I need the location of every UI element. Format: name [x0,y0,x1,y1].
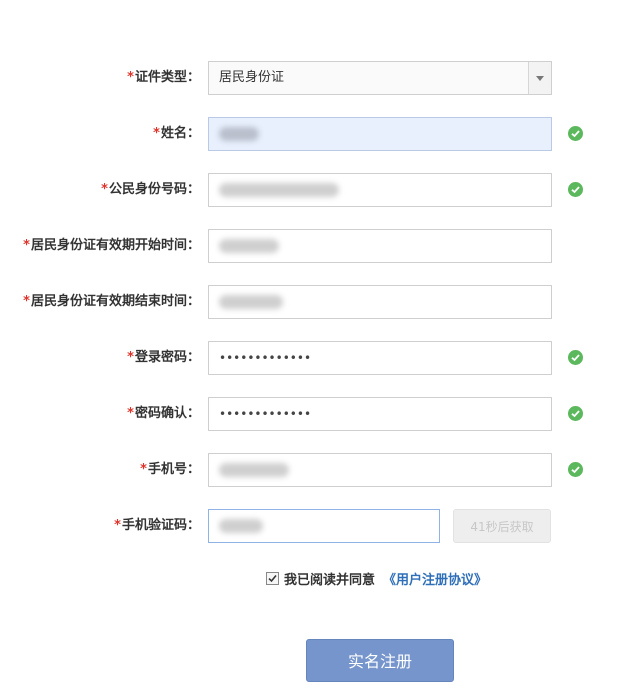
valid-end-label: *居民身份证有效期结束时间： [23,294,200,309]
valid-end-input[interactable] [208,285,552,319]
id-type-label: *证件类型： [127,70,200,85]
sms-code-input[interactable] [208,509,440,543]
chevron-down-icon[interactable] [528,62,551,94]
password-value: ••••••••••••• [219,351,312,365]
check-circle-icon [568,406,583,421]
phone-row: *手机号： [0,453,640,489]
valid-end-row: *居民身份证有效期结束时间： [0,285,640,321]
agreement-checkbox[interactable] [266,572,279,585]
id-number-label: *公民身份号码： [101,182,200,197]
password-row: *登录密码： ••••••••••••• [0,341,640,377]
agreement-text: 我已阅读并同意 [284,573,376,588]
valid-start-value-redacted [219,230,279,262]
name-label: *姓名： [153,126,200,141]
id-type-row: *证件类型： 居民身份证 [0,61,640,97]
phone-value-redacted [219,454,289,486]
password-label: *登录密码： [127,350,200,365]
id-type-value: 居民身份证 [219,70,285,85]
name-row: *姓名： [0,117,640,153]
id-type-select[interactable]: 居民身份证 [208,61,552,95]
name-input[interactable] [208,117,552,151]
password-confirm-value: ••••••••••••• [219,407,312,421]
id-number-row: *公民身份号码： [0,173,640,209]
id-number-value-redacted [219,174,339,206]
valid-end-value-redacted [219,286,283,318]
id-number-input[interactable] [208,173,552,207]
check-circle-icon [568,462,583,477]
sms-code-value-redacted [219,510,263,542]
valid-start-input[interactable] [208,229,552,263]
check-circle-icon [568,182,583,197]
get-sms-code-button[interactable]: 41秒后获取 [453,509,551,543]
phone-label: *手机号： [140,462,200,477]
checkmark-icon [268,574,277,583]
register-button[interactable]: 实名注册 [306,639,454,682]
valid-start-row: *居民身份证有效期开始时间： [0,229,640,265]
check-circle-icon [568,126,583,141]
agreement-link[interactable]: 《用户注册协议》 [383,573,487,588]
password-confirm-label: *密码确认： [127,406,200,421]
check-circle-icon [568,350,583,365]
phone-input[interactable] [208,453,552,487]
password-confirm-row: *密码确认： ••••••••••••• [0,397,640,433]
sms-code-label: *手机验证码： [114,518,200,533]
password-confirm-input[interactable]: ••••••••••••• [208,397,552,431]
name-value-redacted [219,118,259,150]
password-input[interactable]: ••••••••••••• [208,341,552,375]
valid-start-label: *居民身份证有效期开始时间： [23,238,200,253]
agreement: 我已阅读并同意 《用户注册协议》 [266,572,487,590]
sms-code-row: *手机验证码： 41秒后获取 [0,509,640,545]
